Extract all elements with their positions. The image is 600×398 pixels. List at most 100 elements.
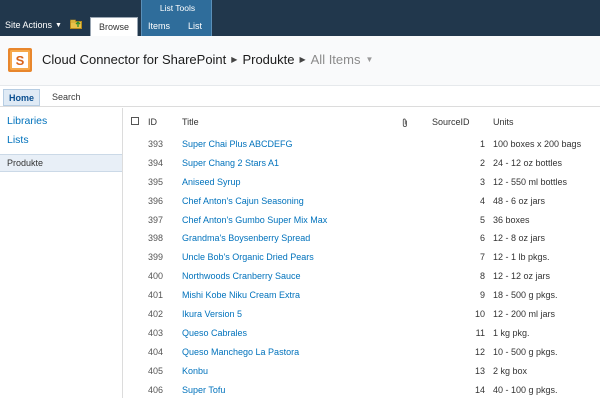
cell-sourceid: 8 <box>479 271 485 282</box>
list-tools-label: List Tools <box>159 3 196 13</box>
site-actions-menu[interactable]: Site Actions ▼ <box>5 20 62 30</box>
breadcrumb-separator-icon: ▶ <box>299 55 306 64</box>
cell-sourceid: 11 <box>475 327 485 338</box>
svg-text:S: S <box>16 53 25 68</box>
cell-units: 12 - 8 oz jars <box>493 233 546 244</box>
site-logo-icon[interactable]: S <box>8 48 32 72</box>
quicklaunch-item-produkte[interactable]: Produkte <box>0 154 122 172</box>
tab-items[interactable]: Items <box>143 17 175 36</box>
top-navigation: Home Search <box>0 87 600 107</box>
column-header-units[interactable]: Units <box>493 117 514 127</box>
cell-sourceid: 2 <box>479 157 485 168</box>
cell-id: 403 <box>148 327 164 338</box>
cell-sourceid: 6 <box>479 233 485 244</box>
table-row[interactable]: 397 Chef Anton's Gumbo Super Mix Max 5 36 b… <box>124 210 600 229</box>
quicklaunch-lists[interactable]: Lists <box>7 134 29 146</box>
cell-title-link[interactable]: Northwoods Cranberry Sauce <box>182 271 301 281</box>
breadcrumb-site-link[interactable]: Cloud Connector for SharePoint <box>42 52 226 67</box>
navigate-up-icon[interactable] <box>70 19 82 29</box>
cell-id: 402 <box>148 309 164 320</box>
cell-title-link[interactable]: Queso Cabrales <box>182 328 247 338</box>
list-header-row: ID Title SourceID Units <box>124 108 600 134</box>
column-header-sourceid[interactable]: SourceID <box>432 117 470 127</box>
cell-id: 400 <box>148 271 164 282</box>
table-row[interactable]: 395 Aniseed Syrup 3 12 - 550 ml bottles <box>124 172 600 191</box>
cell-title-link[interactable]: Chef Anton's Cajun Seasoning <box>182 196 304 206</box>
tab-browse[interactable]: Browse <box>90 17 138 36</box>
cell-title-link[interactable]: Super Chai Plus ABCDEFG <box>182 139 293 149</box>
cell-units: 2 kg box <box>493 365 528 376</box>
cell-title-link[interactable]: Uncle Bob's Organic Dried Pears <box>182 252 314 262</box>
cell-units: 36 boxes <box>493 214 530 225</box>
cell-title-link[interactable]: Grandma's Boysenberry Spread <box>182 233 310 243</box>
cell-id: 394 <box>148 157 164 168</box>
cell-id: 396 <box>148 195 164 206</box>
cell-sourceid: 1 <box>479 139 485 149</box>
table-row[interactable]: 402 Ikura Version 5 10 12 - 200 ml jars <box>124 304 600 323</box>
cell-units: 12 - 12 oz jars <box>493 271 551 282</box>
cell-sourceid: 4 <box>479 195 485 206</box>
table-row[interactable]: 398 Grandma's Boysenberry Spread 6 12 - 8 o… <box>124 228 600 247</box>
cell-units: 12 - 200 ml jars <box>493 309 556 320</box>
table-row[interactable]: 403 Queso Cabrales 11 1 kg pkg. <box>124 323 600 342</box>
cell-title-link[interactable]: Mishi Kobe Niku Cream Extra <box>182 290 300 300</box>
table-row[interactable]: 394 Super Chang 2 Stars A1 2 24 - 12 oz bot… <box>124 153 600 172</box>
topnav-home[interactable]: Home <box>3 89 41 106</box>
cell-title-link[interactable]: Ikura Version 5 <box>182 309 242 319</box>
cell-units: 24 - 12 oz bottles <box>493 157 563 168</box>
cell-units: 10 - 500 g pkgs. <box>493 346 558 357</box>
cell-title-link[interactable]: Super Tofu <box>182 385 225 395</box>
cell-sourceid: 10 <box>474 309 485 320</box>
view-selector[interactable]: All Items <box>311 52 361 67</box>
attachment-icon[interactable] <box>401 118 409 128</box>
select-all-checkbox[interactable] <box>131 117 139 125</box>
quicklaunch-libraries[interactable]: Libraries <box>7 115 47 127</box>
cell-id: 406 <box>148 384 164 395</box>
site-actions-label: Site Actions <box>5 20 53 30</box>
cell-id: 405 <box>148 365 164 376</box>
table-row[interactable]: 405 Konbu 13 2 kg box <box>124 361 600 380</box>
cell-id: 393 <box>148 139 164 149</box>
quick-launch: Libraries Lists Produkte <box>0 108 123 398</box>
chevron-down-icon[interactable]: ▼ <box>365 55 373 64</box>
cell-id: 395 <box>148 176 164 187</box>
cell-title-link[interactable]: Queso Manchego La Pastora <box>182 347 299 357</box>
table-row[interactable]: 401 Mishi Kobe Niku Cream Extra 9 18 - 500 … <box>124 285 600 304</box>
column-header-title[interactable]: Title <box>182 117 199 127</box>
topnav-search[interactable]: Search <box>47 89 86 106</box>
cell-sourceid: 12 <box>474 346 485 357</box>
table-row[interactable]: 400 Northwoods Cranberry Sauce 8 12 - 12 oz… <box>124 266 600 285</box>
table-row[interactable]: 399 Uncle Bob's Organic Dried Pears 7 12 - … <box>124 247 600 266</box>
cell-units: 12 - 1 lb pkgs. <box>493 252 550 263</box>
table-row[interactable]: 404 Queso Manchego La Pastora 12 10 - 500 g… <box>124 342 600 361</box>
cell-units: 100 boxes x 200 bags <box>493 139 582 149</box>
cell-sourceid: 5 <box>479 214 485 225</box>
chevron-down-icon: ▼ <box>55 21 62 29</box>
cell-sourceid: 3 <box>479 176 485 187</box>
cell-id: 397 <box>148 214 164 225</box>
cell-id: 404 <box>148 346 164 357</box>
cell-title-link[interactable]: Super Chang 2 Stars A1 <box>182 158 279 168</box>
cell-title-link[interactable]: Konbu <box>182 366 208 376</box>
cell-title-link[interactable]: Aniseed Syrup <box>182 177 241 187</box>
tab-list[interactable]: List <box>180 17 210 36</box>
cell-units: 18 - 500 g pkgs. <box>493 290 558 301</box>
cell-units: 40 - 100 g pkgs. <box>493 384 558 395</box>
column-header-id[interactable]: ID <box>148 117 157 127</box>
cell-sourceid: 9 <box>479 290 485 301</box>
breadcrumb-list-link[interactable]: Produkte <box>242 52 294 67</box>
cell-sourceid: 14 <box>474 384 485 395</box>
cell-units: 48 - 6 oz jars <box>493 195 546 206</box>
breadcrumb-separator-icon: ▶ <box>231 55 238 64</box>
cell-units: 12 - 550 ml bottles <box>493 176 568 187</box>
cell-id: 398 <box>148 233 164 244</box>
table-row[interactable]: 393 Super Chai Plus ABCDEFG 1 100 boxes x 2… <box>124 134 600 153</box>
title-area: S Cloud Connector for SharePoint ▶ Produ… <box>0 36 600 86</box>
list-body: 393 Super Chai Plus ABCDEFG 1 100 boxes x 2… <box>124 134 600 398</box>
cell-units: 1 kg pkg. <box>493 327 530 338</box>
cell-title-link[interactable]: Chef Anton's Gumbo Super Mix Max <box>182 215 327 225</box>
cell-sourceid: 7 <box>479 252 485 263</box>
breadcrumb: Cloud Connector for SharePoint ▶ Produkt… <box>42 52 373 67</box>
table-row[interactable]: 406 Super Tofu 14 40 - 100 g pkgs. <box>124 380 600 398</box>
table-row[interactable]: 396 Chef Anton's Cajun Seasoning 4 48 - 6 o… <box>124 191 600 210</box>
